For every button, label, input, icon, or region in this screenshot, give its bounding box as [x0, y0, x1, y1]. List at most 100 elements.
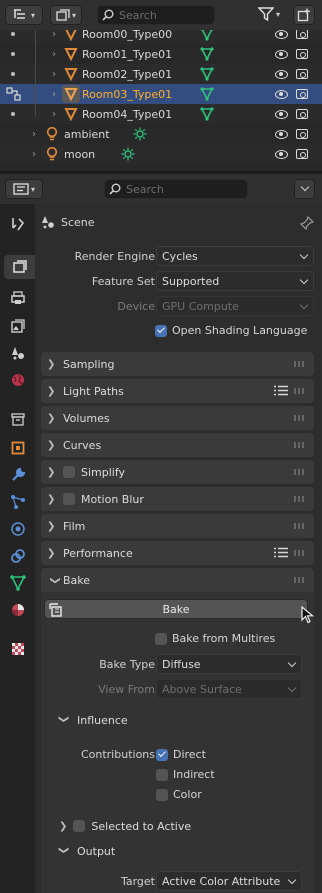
simplify-checkbox[interactable]	[63, 466, 75, 478]
chevron-right-icon[interactable]: ›	[48, 69, 60, 80]
render-engine-dropdown[interactable]: Cycles	[156, 246, 314, 266]
tab-world[interactable]	[6, 368, 30, 392]
outliner-row[interactable]: › moon	[0, 144, 322, 164]
tab-object[interactable]	[6, 436, 30, 460]
color-checkbox-row[interactable]: Color	[156, 788, 202, 801]
tab-render[interactable]	[4, 255, 35, 279]
editor-type-button[interactable]: ▾	[5, 179, 43, 199]
chevron-right-icon[interactable]: ›	[48, 109, 60, 120]
panel-light-paths[interactable]: ❯ Light Paths	[41, 379, 314, 403]
motion-blur-checkbox[interactable]	[63, 493, 75, 505]
camera-icon[interactable]	[296, 149, 308, 159]
new-collection-button[interactable]	[293, 5, 315, 25]
tab-data[interactable]	[6, 571, 30, 595]
context-breadcrumb: Scene	[41, 212, 95, 232]
presets-list-icon[interactable]	[274, 547, 288, 558]
color-checkbox[interactable]	[156, 788, 168, 801]
filter-button[interactable]: ▾	[258, 7, 280, 21]
subpanel-output[interactable]: ❯ Output	[58, 840, 115, 862]
device-dropdown[interactable]: GPU Compute	[156, 296, 314, 316]
outliner-search-input[interactable]: Search	[97, 5, 215, 25]
outliner-row[interactable]: › Room04_Type01	[0, 104, 322, 124]
render-bake-icon	[49, 603, 62, 617]
tab-texture[interactable]	[6, 637, 30, 661]
drag-grip-icon[interactable]	[294, 361, 306, 367]
outliner-row-selected[interactable]: › Room03_Type01	[0, 84, 322, 104]
panel-bake[interactable]: ❯ Bake	[41, 568, 314, 592]
panel-performance[interactable]: ❯ Performance	[41, 541, 314, 565]
indirect-checkbox[interactable]	[156, 768, 168, 781]
panel-motion-blur[interactable]: ❯ Motion Blur	[41, 487, 314, 511]
tab-physics[interactable]	[6, 517, 30, 541]
tab-view-layer[interactable]	[6, 314, 30, 338]
tab-collection[interactable]	[6, 407, 30, 431]
panel-film[interactable]: ❯ Film	[41, 514, 314, 538]
direct-checkbox[interactable]	[156, 748, 168, 761]
selected-to-active-checkbox[interactable]	[73, 820, 86, 832]
indirect-checkbox-row[interactable]: Indirect	[156, 768, 215, 781]
tab-particles[interactable]	[6, 490, 30, 514]
chevron-right-icon[interactable]: ›	[48, 89, 60, 100]
chevron-right-icon[interactable]: ›	[48, 49, 60, 60]
panel-simplify[interactable]: ❯ Simplify	[41, 460, 314, 484]
chevron-right-icon[interactable]: ›	[28, 149, 40, 160]
chevron-right-icon[interactable]: ›	[48, 29, 60, 40]
camera-icon[interactable]	[296, 29, 308, 39]
render-camera-back-icon	[12, 260, 27, 273]
panel-curves[interactable]: ❯ Curves	[41, 433, 314, 457]
chevron-right-icon[interactable]: ›	[28, 129, 40, 140]
camera-icon[interactable]	[296, 89, 308, 99]
subpanel-influence[interactable]: ❯ Influence	[58, 709, 128, 731]
drag-grip-icon[interactable]	[294, 442, 306, 448]
eye-icon[interactable]	[275, 129, 288, 139]
bake-multires-checkbox[interactable]	[155, 632, 167, 645]
presets-list-icon[interactable]	[274, 385, 288, 396]
drag-grip-icon[interactable]	[294, 388, 306, 394]
tab-tool[interactable]	[6, 212, 30, 236]
camera-icon[interactable]	[296, 49, 308, 59]
osl-checkbox[interactable]	[155, 324, 167, 337]
feature-set-dropdown[interactable]: Supported	[156, 271, 314, 291]
camera-icon[interactable]	[296, 69, 308, 79]
editor-type-button[interactable]: ▾	[5, 5, 43, 25]
camera-icon[interactable]	[296, 109, 308, 119]
drag-grip-icon[interactable]	[294, 415, 306, 421]
direct-checkbox-row[interactable]: Direct	[156, 748, 206, 761]
subpanel-selected-to-active[interactable]: ❯ Selected to Active	[59, 815, 191, 837]
display-mode-button[interactable]: ▾	[50, 5, 82, 25]
visibility-dot-icon	[11, 112, 15, 116]
pin-icon[interactable]	[300, 216, 314, 230]
bake-multires-row[interactable]: Bake from Multires	[155, 632, 275, 645]
drag-grip-icon[interactable]	[294, 469, 306, 475]
outliner-tree: › Room00_Type00 › Room01_Type01 › Room02…	[0, 24, 322, 164]
tab-constraints[interactable]	[6, 544, 30, 568]
bake-type-dropdown[interactable]: Diffuse	[156, 654, 302, 674]
panel-sampling[interactable]: ❯ Sampling	[41, 352, 314, 376]
osl-checkbox-row[interactable]: Open Shading Language	[155, 324, 307, 337]
eye-icon[interactable]	[275, 29, 288, 39]
bake-button[interactable]: Bake	[44, 599, 315, 624]
drag-grip-icon[interactable]	[294, 550, 306, 556]
eye-icon[interactable]	[275, 69, 288, 79]
panel-volumes[interactable]: ❯ Volumes	[41, 406, 314, 430]
outliner-row[interactable]: › Room01_Type01	[0, 44, 322, 64]
camera-icon[interactable]	[296, 129, 308, 139]
properties-search-input[interactable]: Search	[104, 179, 248, 199]
tab-output[interactable]	[6, 286, 30, 310]
chevron-down-icon: ▾	[276, 9, 281, 19]
tab-modifiers[interactable]	[6, 463, 30, 487]
target-dropdown[interactable]: Active Color Attribute	[156, 871, 302, 891]
eye-icon[interactable]	[275, 89, 288, 99]
outliner-row[interactable]: › Room02_Type01	[0, 64, 322, 84]
drag-grip-icon[interactable]	[294, 496, 306, 502]
outliner-row[interactable]: › ambient	[0, 124, 322, 144]
drag-grip-icon[interactable]	[294, 577, 306, 583]
view-from-dropdown[interactable]: Above Surface	[156, 679, 302, 699]
eye-icon[interactable]	[275, 109, 288, 119]
eye-icon[interactable]	[275, 49, 288, 59]
tab-scene[interactable]	[6, 341, 30, 365]
tab-material[interactable]	[6, 598, 30, 622]
drag-grip-icon[interactable]	[294, 523, 306, 529]
eye-icon[interactable]	[275, 149, 288, 159]
options-dropdown-button[interactable]	[294, 179, 315, 199]
